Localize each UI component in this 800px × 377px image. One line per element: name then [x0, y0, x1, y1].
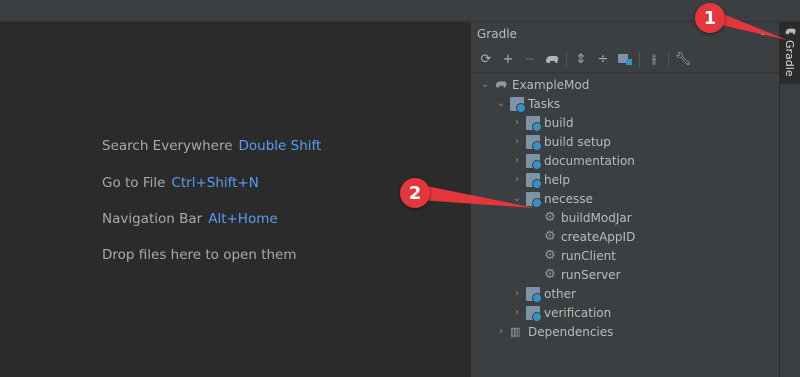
tree-node-necesse[interactable]: ⌄ necesse: [511, 189, 593, 208]
folder-icon: [526, 305, 542, 322]
chevron-right-icon[interactable]: ›: [511, 288, 523, 299]
tree-node-label: documentation: [544, 153, 635, 168]
tree-node-label: runServer: [561, 267, 621, 282]
folder-icon: [510, 96, 526, 113]
gradle-panel-title: Gradle: [477, 27, 517, 41]
chevron-right-icon[interactable]: ›: [511, 174, 523, 185]
hint-navigation-bar: Navigation Bar Alt+Home: [102, 211, 278, 227]
editor-empty-area: Search Everywhere Double Shift Go to File…: [0, 22, 470, 377]
refresh-icon[interactable]: ⟳: [475, 48, 497, 70]
annotation-marker-2: 2: [400, 178, 430, 208]
folder-icon: [526, 172, 542, 189]
gradle-panel-header: Gradle: [471, 22, 779, 46]
hint-search-everywhere: Search Everywhere Double Shift: [102, 138, 321, 154]
tree-node-label: createAppID: [561, 229, 636, 244]
folder-icon: [526, 134, 542, 151]
toolbar-separator: [566, 51, 567, 67]
dependencies-icon: ▥: [510, 324, 521, 338]
remove-icon[interactable]: −: [519, 48, 541, 70]
tree-node-dependencies[interactable]: › ▥ Dependencies: [495, 322, 613, 341]
minimize-icon[interactable]: [761, 33, 771, 35]
top-bar: [0, 0, 800, 22]
elephant-icon: [494, 78, 508, 92]
tree-node-task-createAppID[interactable]: ⚙ createAppID: [543, 227, 635, 246]
tree-node-label: other: [544, 286, 576, 301]
tree-node-label: Tasks: [528, 96, 561, 111]
gear-icon: ⚙: [544, 209, 556, 225]
tree-node-label: help: [544, 172, 570, 187]
wrench-icon[interactable]: 🔧︎: [672, 48, 694, 70]
hint-text: Drop files here to open them: [102, 247, 297, 263]
hint-text: Go to File: [102, 175, 166, 191]
chevron-down-icon[interactable]: ⌄: [479, 79, 491, 90]
gear-icon: ⚙: [544, 228, 556, 244]
chevron-down-icon[interactable]: ⌄: [511, 193, 523, 204]
right-tool-strip: Gradle: [779, 22, 800, 377]
tree-node-help[interactable]: › help: [511, 170, 570, 189]
folder-icon: [526, 191, 542, 208]
toggle-offline-icon[interactable]: ⫲: [643, 48, 665, 70]
tree-node-task-runServer[interactable]: ⚙ runServer: [543, 265, 621, 284]
tree-node-root[interactable]: ⌄ ExampleMod: [479, 75, 590, 94]
tree-node-other[interactable]: › other: [511, 284, 576, 303]
tree-node-build[interactable]: › build: [511, 113, 574, 132]
folder-icon: [526, 286, 542, 303]
tree-node-task-runClient[interactable]: ⚙ runClient: [543, 246, 616, 265]
tree-node-tasks[interactable]: ⌄ Tasks: [495, 94, 560, 113]
chevron-right-icon[interactable]: ›: [511, 307, 523, 318]
tree-node-label: verification: [544, 305, 612, 320]
chevron-right-icon[interactable]: ›: [511, 117, 523, 128]
toolbar-separator: [639, 51, 640, 67]
elephant-icon: [784, 26, 797, 39]
toolbar-separator: [668, 51, 669, 67]
add-icon[interactable]: +: [497, 48, 519, 70]
hint-go-to-file: Go to File Ctrl+Shift+N: [102, 175, 259, 191]
collapse-all-icon[interactable]: ÷: [592, 48, 614, 70]
tree-node-documentation[interactable]: › documentation: [511, 151, 635, 170]
hint-text: Navigation Bar: [102, 211, 203, 227]
group-icon[interactable]: [614, 48, 636, 70]
tree-node-verification[interactable]: › verification: [511, 303, 611, 322]
chevron-down-icon[interactable]: ⌄: [495, 98, 507, 109]
chevron-right-icon[interactable]: ›: [511, 155, 523, 166]
gradle-tool-window: Gradle ⟳ + − ⇕ ÷ ⫲ 🔧︎ ⌄ ExampleMod ⌄ Tas…: [470, 22, 779, 377]
gradle-toolbar: ⟳ + − ⇕ ÷ ⫲ 🔧︎: [471, 46, 779, 73]
gear-icon: ⚙: [544, 247, 556, 263]
tree-node-label: ExampleMod: [512, 77, 590, 92]
tree-node-label: buildModJar: [561, 210, 632, 225]
hint-shortcut: Ctrl+Shift+N: [171, 175, 259, 191]
gear-icon: ⚙: [544, 266, 556, 282]
chevron-right-icon[interactable]: ›: [495, 326, 507, 337]
hint-shortcut: Alt+Home: [208, 211, 278, 227]
tree-node-task-buildModJar[interactable]: ⚙ buildModJar: [543, 208, 632, 227]
gradle-side-tab-label: Gradle: [783, 40, 796, 77]
tree-node-label: build: [544, 115, 574, 130]
expand-all-icon[interactable]: ⇕: [570, 48, 592, 70]
hint-text: Search Everywhere: [102, 138, 233, 154]
tree-node-build-setup[interactable]: › build setup: [511, 132, 611, 151]
gradle-side-tab[interactable]: Gradle: [780, 22, 800, 84]
chevron-right-icon[interactable]: ›: [511, 136, 523, 147]
annotation-marker-1: 1: [695, 3, 725, 33]
folder-icon: [526, 153, 542, 170]
tree-node-label: runClient: [561, 248, 616, 263]
folder-icon: [526, 115, 542, 132]
hint-shortcut: Double Shift: [238, 138, 322, 154]
hint-drop-files: Drop files here to open them: [102, 247, 297, 263]
tree-node-label: build setup: [544, 134, 611, 149]
elephant-icon[interactable]: [541, 48, 563, 70]
tree-node-label: necesse: [544, 191, 593, 206]
tree-node-label: Dependencies: [528, 324, 614, 339]
